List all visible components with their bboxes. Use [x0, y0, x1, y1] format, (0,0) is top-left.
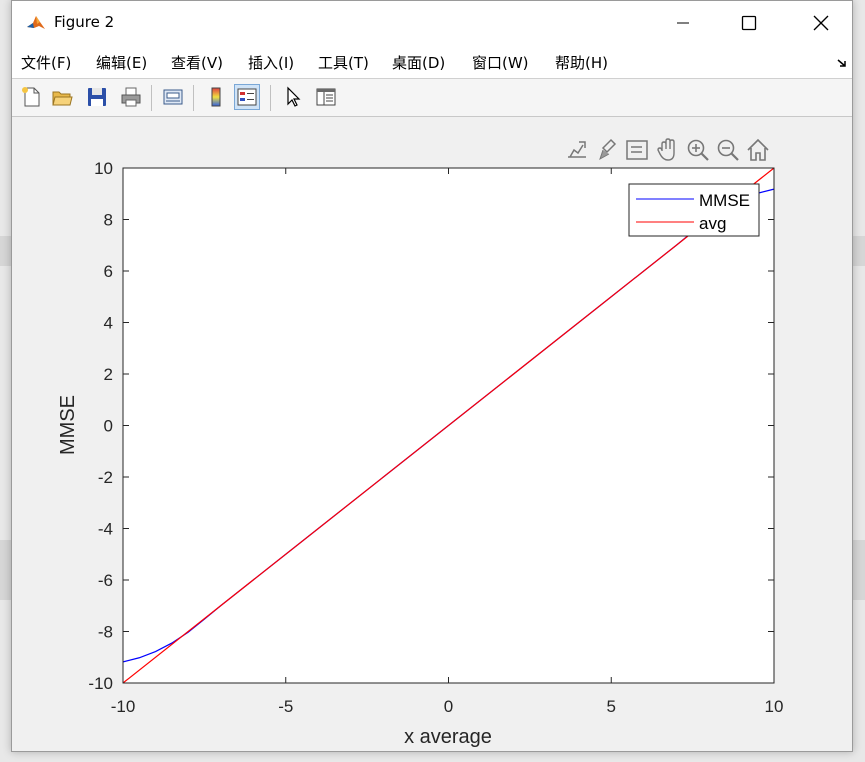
title-bar: Figure 2: [12, 1, 852, 45]
figure-window: Figure 2 文件(F) 编辑(E) 查看(V) 插入(I) 工具(T) 桌…: [11, 0, 853, 752]
figure-toolbar: [12, 79, 852, 117]
maximize-icon: [741, 15, 757, 31]
maximize-button[interactable]: [726, 1, 772, 45]
y-tick-label: 2: [104, 365, 113, 384]
x-tick-label: 10: [765, 697, 784, 716]
x-axis-label: x average: [404, 726, 492, 748]
property-inspector-icon: [316, 88, 336, 106]
y-axis-label: MMSE: [57, 395, 79, 455]
y-tick-label: 6: [104, 262, 113, 281]
save-button[interactable]: [84, 84, 110, 110]
y-tick-labels: -10 -8 -6 -4 -2 0 2 4 6 8 10: [88, 159, 113, 693]
new-figure-button[interactable]: [18, 84, 44, 110]
menu-edit[interactable]: 编辑(E): [96, 52, 147, 73]
property-inspector-button[interactable]: [313, 84, 339, 110]
x-tick-label: 5: [607, 697, 616, 716]
x-tick-labels: -10 -5 0 5 10: [111, 697, 784, 716]
legend-label-mmse: MMSE: [699, 191, 750, 210]
y-tick-label: -8: [98, 623, 113, 642]
x-tick-label: -5: [278, 697, 293, 716]
menu-bar: 文件(F) 编辑(E) 查看(V) 插入(I) 工具(T) 桌面(D) 窗口(W…: [12, 45, 852, 79]
menu-view[interactable]: 查看(V): [171, 52, 223, 73]
save-icon: [88, 88, 106, 106]
minimize-icon: [677, 22, 689, 24]
legend[interactable]: MMSE avg: [628, 183, 760, 237]
y-tick-label: -4: [98, 520, 113, 539]
legend-label-avg: avg: [699, 214, 726, 233]
close-icon: [813, 15, 829, 31]
y-tick-label: -2: [98, 468, 113, 487]
dock-arrow-icon[interactable]: [836, 57, 848, 69]
figure-canvas: -10 -5 0 5 10 -10 -8 -6 -4 -2 0 2 4 6 8 10 x average M…: [12, 117, 852, 751]
y-tick-label: 0: [104, 417, 113, 436]
open-file-button[interactable]: [49, 84, 75, 110]
link-plot-icon: [163, 89, 183, 105]
menu-tools[interactable]: 工具(T): [318, 52, 369, 73]
y-tick-label: -10: [88, 674, 113, 693]
legend-button[interactable]: [234, 84, 260, 110]
plot-svg: -10 -5 0 5 10 -10 -8 -6 -4 -2 0 2 4 6 8 10 x average M…: [57, 159, 784, 748]
menu-insert[interactable]: 插入(I): [248, 52, 294, 73]
menu-file[interactable]: 文件(F): [21, 52, 71, 73]
close-button[interactable]: [798, 1, 844, 45]
y-tick-label: -6: [98, 571, 113, 590]
minimize-button[interactable]: [660, 1, 706, 45]
pointer-button[interactable]: [280, 84, 306, 110]
window-title: Figure 2: [54, 13, 115, 31]
menu-window[interactable]: 窗口(W): [472, 52, 529, 73]
colorbar-button[interactable]: [203, 84, 229, 110]
menu-help[interactable]: 帮助(H): [555, 52, 608, 73]
matlab-logo-icon: [25, 12, 47, 34]
legend-icon: [237, 88, 257, 106]
open-file-icon: [52, 91, 73, 106]
pointer-icon: [287, 86, 301, 107]
x-tick-label: 0: [444, 697, 453, 716]
print-button[interactable]: [118, 84, 144, 110]
toolbar-separator: [193, 85, 194, 111]
print-icon: [121, 87, 141, 107]
y-tick-label: 10: [94, 159, 113, 178]
x-tick-label: -10: [111, 697, 136, 716]
y-tick-label: 4: [104, 314, 113, 333]
new-figure-icon: [22, 87, 40, 107]
colorbar-icon: [211, 87, 221, 107]
link-plot-button[interactable]: [160, 84, 186, 110]
y-tick-label: 8: [104, 211, 113, 230]
menu-desktop[interactable]: 桌面(D): [392, 52, 445, 73]
toolbar-separator: [151, 85, 152, 111]
toolbar-separator: [270, 85, 271, 111]
